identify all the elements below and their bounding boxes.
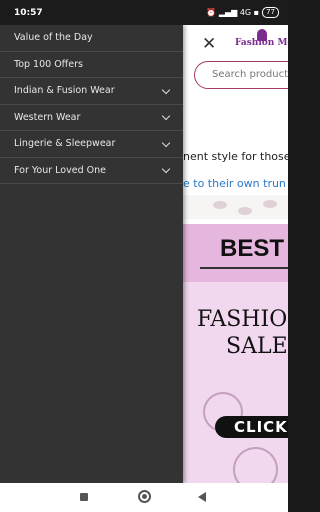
home-icon[interactable] [138,490,151,503]
search-placeholder: Search products [212,69,288,80]
search-input[interactable]: Search products [194,61,288,89]
status-time: 10:57 [14,7,43,18]
banner-divider [200,267,288,269]
menu-item-for-your-loved-one[interactable]: For Your Loved One [0,158,183,184]
menu-item-top-100-offers[interactable]: Top 100 Offers [0,52,183,78]
menu-item-label: Western Wear [14,111,81,123]
site-logo[interactable]: Fashion Me [235,29,288,48]
ticker-text-1: nent style for those w [183,150,288,163]
menu-item-indian-fusion-wear[interactable]: Indian & Fusion Wear [0,78,183,105]
status-indicators: ⏰ ▂▄▆ 4G ▪ [206,8,260,17]
menu-item-lingerie-sleepwear[interactable]: Lingerie & Sleepwear [0,131,183,158]
flower-decor [263,200,277,208]
recents-icon[interactable] [80,493,88,501]
nav-drawer: Value of the Day Top 100 Offers Indian &… [0,25,183,483]
flower-decor [213,201,227,209]
menu-item-label: Indian & Fusion Wear [14,85,115,97]
click-button[interactable]: CLICK [215,416,288,438]
floral-divider [183,195,288,219]
swirl-decor [233,447,278,483]
chevron-down-icon[interactable] [161,139,171,149]
ticker-text-2[interactable]: e to their own trun [183,177,286,190]
menu-item-label: Value of the Day [14,32,93,44]
website-content: ✕ Fashion Me Search products nent style … [183,25,288,483]
banner-sale-text: SALE [226,334,288,359]
menu-item-label: Top 100 Offers [14,58,83,70]
status-bar: 10:57 ⏰ ▂▄▆ 4G ▪ 77 [0,0,288,25]
flower-decor [238,207,252,215]
chevron-down-icon[interactable] [161,112,171,122]
banner-panel: FASHIO SALE CLICK [183,282,288,483]
menu-item-label: For Your Loved One [14,164,106,176]
banner-fashion-text: FASHIO [197,307,288,332]
menu-item-western-wear[interactable]: Western Wear [0,105,183,131]
promo-banner[interactable]: BEST FASHIO SALE CLICK [183,224,288,483]
menu-item-value-of-the-day[interactable]: Value of the Day [0,25,183,52]
system-nav-bar [0,483,288,512]
battery-icon: 77 [262,7,279,18]
chevron-down-icon[interactable] [161,165,171,175]
close-menu-icon[interactable]: ✕ [202,34,216,54]
status-icons: ⏰ ▂▄▆ 4G ▪ 77 [206,7,279,18]
banner-best-text: BEST [220,235,285,262]
app-screen: ✕ Fashion Me Search products nent style … [0,25,288,483]
logo-mark [257,29,267,41]
menu-item-label: Lingerie & Sleepwear [14,138,116,150]
back-icon[interactable] [198,492,206,502]
chevron-down-icon[interactable] [161,86,171,96]
